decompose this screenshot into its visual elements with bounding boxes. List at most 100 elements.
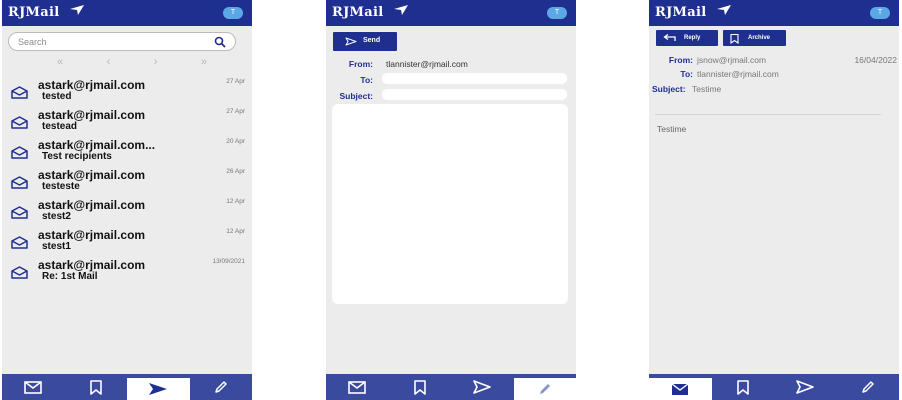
send-label: Send [363, 37, 381, 44]
envelope-icon [348, 380, 367, 394]
from-label: From: [668, 55, 693, 65]
message-subject: Re: 1st Mail [42, 271, 98, 282]
message-row[interactable]: astark@rjmail.com... Test recipients 20 … [2, 138, 252, 168]
top-bar: RJMail T [649, 0, 899, 26]
next-page-button[interactable]: › [154, 56, 158, 68]
from-label: From: [348, 59, 373, 69]
nav-sent[interactable] [774, 374, 837, 400]
message-date: 26 Apr [226, 168, 245, 175]
send-icon [473, 380, 492, 394]
paper-plane-logo-icon [70, 5, 84, 15]
logo-text: RJMail [332, 5, 384, 20]
envelope-open-icon [11, 266, 28, 279]
message-sender: astark@rjmail.com [38, 228, 146, 242]
envelope-open-icon [11, 146, 28, 159]
paper-plane-logo-icon [717, 5, 731, 15]
message-date: 27 Apr [226, 78, 245, 85]
message-date: 20 Apr [226, 138, 245, 145]
avatar[interactable]: T [547, 7, 567, 19]
message-subject: testead [42, 121, 78, 132]
top-bar: RJMail T [2, 0, 252, 26]
to-value: tlannister@rjmail.com [697, 69, 779, 79]
search-placeholder: Search [18, 37, 47, 47]
bottom-nav [326, 374, 576, 400]
nav-saved[interactable] [389, 374, 452, 400]
last-page-button[interactable]: » [201, 56, 207, 68]
nav-compose[interactable] [513, 378, 576, 400]
to-label: To: [360, 75, 373, 85]
send-icon [796, 380, 815, 394]
message-date: 27 Apr [226, 108, 245, 115]
pencil-icon [539, 384, 550, 394]
message-row[interactable]: astark@rjmail.com stest2 12 Apr [2, 198, 252, 228]
logo[interactable]: RJMail [8, 5, 84, 20]
nav-inbox[interactable] [2, 374, 65, 400]
search-icon[interactable] [214, 36, 226, 48]
subject-field[interactable] [382, 89, 567, 100]
envelope-open-icon [11, 86, 28, 99]
message-sender: astark@rjmail.com... [38, 138, 156, 152]
subject-label: Subject: [339, 91, 373, 101]
message-row[interactable]: astark@rjmail.com testead 27 Apr [2, 108, 252, 138]
from-value: tlannister@rjmail.com [386, 59, 468, 69]
envelope-open-icon [11, 176, 28, 189]
message-subject: stest1 [42, 241, 71, 252]
message-row[interactable]: astark@rjmail.com Re: 1st Mail 13/09/202… [2, 258, 252, 288]
avatar[interactable]: T [223, 7, 243, 19]
send-button[interactable]: Send [333, 32, 397, 51]
pencil-icon [215, 381, 227, 393]
bookmark-icon [736, 379, 749, 395]
message-row[interactable]: astark@rjmail.com testeste 26 Apr [2, 168, 252, 198]
envelope-open-icon [11, 206, 28, 219]
archive-label: Archive [748, 35, 771, 41]
subject-value: Testime [692, 84, 722, 94]
message-row[interactable]: astark@rjmail.com stest1 12 Apr [2, 228, 252, 258]
nav-saved[interactable] [712, 374, 775, 400]
subject-label: Subject: [652, 84, 686, 94]
logo[interactable]: RJMail [332, 5, 408, 20]
prev-page-button[interactable]: ‹ [107, 56, 111, 68]
nav-saved[interactable] [65, 374, 128, 400]
message-body-field[interactable] [332, 104, 568, 304]
reply-arrow-icon [663, 34, 676, 41]
to-field[interactable] [382, 73, 567, 84]
reply-button[interactable]: Reply [656, 30, 718, 46]
message-sender: astark@rjmail.com [38, 78, 146, 92]
nav-inbox[interactable] [649, 378, 712, 400]
message-date: 12 Apr [226, 198, 245, 205]
message-sender: astark@rjmail.com [38, 198, 146, 212]
nav-inbox[interactable] [326, 374, 389, 400]
logo[interactable]: RJMail [655, 5, 731, 20]
message-body: Testime [657, 124, 687, 134]
avatar[interactable]: T [870, 7, 890, 19]
nav-sent[interactable] [127, 378, 190, 400]
message-date: 12 Apr [226, 228, 245, 235]
inbox-screen: RJMail T Search « ‹ › » astark@rjmail.co… [2, 0, 252, 400]
envelope-icon [24, 380, 43, 394]
envelope-icon [671, 382, 689, 395]
logo-text: RJMail [655, 5, 707, 20]
pencil-icon [862, 381, 874, 393]
message-date: 16/04/2022 [854, 55, 897, 65]
message-row[interactable]: astark@rjmail.com tested 27 Apr [2, 78, 252, 108]
message-subject: tested [42, 91, 72, 102]
read-screen: RJMail T Reply Archive From: jsnow@rjmai… [649, 0, 899, 400]
search-input[interactable]: Search [8, 32, 236, 51]
bookmark-icon [413, 379, 426, 395]
from-value: jsnow@rjmail.com [697, 55, 767, 65]
paper-plane-logo-icon [394, 5, 408, 15]
message-subject: Test recipients [42, 151, 112, 162]
nav-compose[interactable] [837, 374, 900, 400]
archive-button[interactable]: Archive [723, 30, 786, 46]
send-icon [149, 383, 168, 395]
nav-sent[interactable] [451, 374, 514, 400]
bookmark-icon [89, 379, 102, 395]
send-icon [345, 37, 357, 46]
bottom-nav [649, 374, 899, 400]
first-page-button[interactable]: « [57, 56, 63, 68]
message-sender: astark@rjmail.com [38, 168, 146, 182]
message-subject: stest2 [42, 211, 71, 222]
nav-compose[interactable] [190, 374, 253, 400]
top-bar: RJMail T [326, 0, 576, 26]
bookmark-icon [730, 34, 739, 44]
